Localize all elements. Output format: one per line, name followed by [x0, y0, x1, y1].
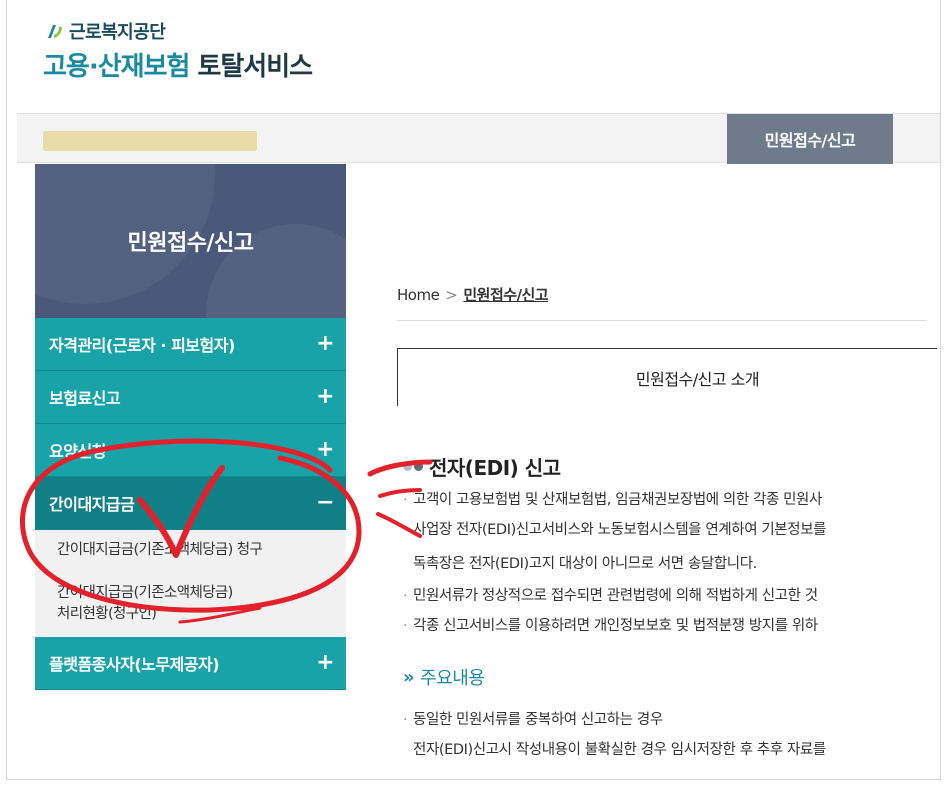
main-content-line-text: 전자(EDI)신고시 작성내용이 불확실한 경우 임시저장한 후 추후 자료를 [413, 742, 826, 758]
sidebar-menu: 자격관리(근로자 · 피보험자) + 보험료신고 + 요양신청 + 간이대지급금… [35, 318, 346, 690]
bullet-dots-icon [403, 462, 423, 471]
main-content-line: · 동일한 민원서류를 중복하여 신고하는 경우 [403, 708, 940, 729]
breadcrumb-separator-icon: > [445, 285, 458, 304]
submenu-item-status-line2: 처리현황(청구인) [57, 606, 157, 622]
page-frame: 근로복지공단 고용·산재보험 토탈서비스 민원접수/신고 민원접수/신고 자격관… [6, 0, 941, 780]
sidebar-item-simple-substitute-payment[interactable]: 간이대지급금 − [35, 477, 346, 530]
main-content-heading: » 주요내용 [403, 664, 485, 690]
site-title[interactable]: 고용·산재보험 토탈서비스 [43, 46, 313, 83]
bullet-icon: · [403, 712, 408, 728]
org-name: 근로복지공단 [69, 22, 166, 43]
sidebar-item-label: 플랫폼종사자(노무제공자) [49, 655, 220, 674]
submenu-item-status[interactable]: 간이대지급금(기존소액체당금) 처리현황(청구인) [57, 583, 346, 625]
main-content-heading-text: 주요내용 [420, 668, 485, 689]
sidebar-submenu: 간이대지급금(기존소액체당금) 청구 간이대지급금(기존소액체당금) 처리현황(… [35, 530, 346, 637]
sidebar-item-medical-care[interactable]: 요양신청 + [35, 424, 346, 477]
section-line: 사업장 전자(EDI)신고서비스와 노동보험시스템을 연계하여 기본정보를 [403, 518, 940, 539]
submenu-item-status-line1: 간이대지급금(기존소액체당금) [57, 585, 233, 601]
sidebar-item-premium-report[interactable]: 보험료신고 + [35, 371, 346, 424]
site-title-part1: 고용·산재보험 [43, 52, 190, 82]
collapse-minus-icon[interactable]: − [316, 492, 334, 514]
org-logo[interactable]: 근로복지공단 [45, 18, 166, 44]
sidebar-item-label: 보험료신고 [49, 389, 121, 408]
redacted-nav-area [43, 131, 257, 151]
sidebar-item-label: 간이대지급금 [49, 495, 135, 514]
section-title: 전자(EDI) 신고 [403, 452, 561, 481]
sidebar-item-platform-workers[interactable]: 플랫폼종사자(노무제공자) + [35, 637, 346, 690]
sidebar-item-label: 자격관리(근로자 · 피보험자) [49, 336, 235, 355]
main-content-line: 전자(EDI)신고시 작성내용이 불확실한 경우 임시저장한 후 추후 자료를 [403, 738, 940, 759]
global-nav-bar: 민원접수/신고 [17, 113, 940, 164]
site-title-part2: 토탈서비스 [197, 52, 313, 82]
bullet-icon: · [403, 492, 408, 508]
expand-plus-icon[interactable]: + [316, 386, 334, 408]
breadcrumb-home[interactable]: Home [397, 286, 440, 304]
sidebar-title: 민원접수/신고 [127, 231, 254, 256]
section-line: 독촉장은 전자(EDI)고지 대상이 아니므로 서면 송달합니다. [403, 552, 940, 573]
expand-plus-icon[interactable]: + [316, 439, 334, 461]
section-title-text: 전자(EDI) 신고 [429, 456, 561, 480]
section-line: · 각종 신고서비스를 이용하려면 개인정보보호 및 법적분쟁 방지를 위하 [403, 614, 940, 635]
breadcrumb-current[interactable]: 민원접수/신고 [463, 284, 548, 305]
section-line-text: 각종 신고서비스를 이용하려면 개인정보보호 및 법적분쟁 방지를 위하 [413, 618, 818, 634]
expand-plus-icon[interactable]: + [316, 652, 334, 674]
section-line: · 민원서류가 정상적으로 접수되면 관련법령에 의해 적법하게 신고한 것 [403, 584, 940, 605]
expand-plus-icon[interactable]: + [316, 333, 334, 355]
section-line-text: 사업장 전자(EDI)신고서비스와 노동보험시스템을 연계하여 기본정보를 [413, 522, 827, 538]
section-line-text: 독촉장은 전자(EDI)고지 대상이 아니므로 서면 송달합니다. [413, 556, 757, 572]
section-line-text: 고객이 고용보험법 및 산재보험법, 임금채권보장법에 의한 각종 민원사 [413, 492, 822, 508]
gnb-item-civil-petition[interactable]: 민원접수/신고 [727, 114, 893, 164]
submenu-item-claim[interactable]: 간이대지급금(기존소액체당금) 청구 [57, 540, 346, 561]
sidebar-header: 민원접수/신고 [35, 164, 346, 318]
divider [397, 320, 927, 321]
sidebar-item-qualification[interactable]: 자격관리(근로자 · 피보험자) + [35, 318, 346, 371]
org-logo-icon [45, 21, 65, 41]
sidebar-item-label: 요양신청 [49, 442, 106, 461]
main-content-line-text: 동일한 민원서류를 중복하여 신고하는 경우 [413, 712, 663, 728]
breadcrumb: Home > 민원접수/신고 [397, 284, 549, 305]
section-line-text: 민원서류가 정상적으로 접수되면 관련법령에 의해 적법하게 신고한 것 [413, 588, 818, 604]
section-line: · 고객이 고용보험법 및 산재보험법, 임금채권보장법에 의한 각종 민원사 [403, 488, 940, 509]
tab-introduction[interactable]: 민원접수/신고 소개 [397, 348, 937, 406]
bullet-icon: · [403, 618, 408, 634]
double-chevron-right-icon: » [403, 666, 415, 688]
bullet-icon: · [403, 588, 408, 604]
